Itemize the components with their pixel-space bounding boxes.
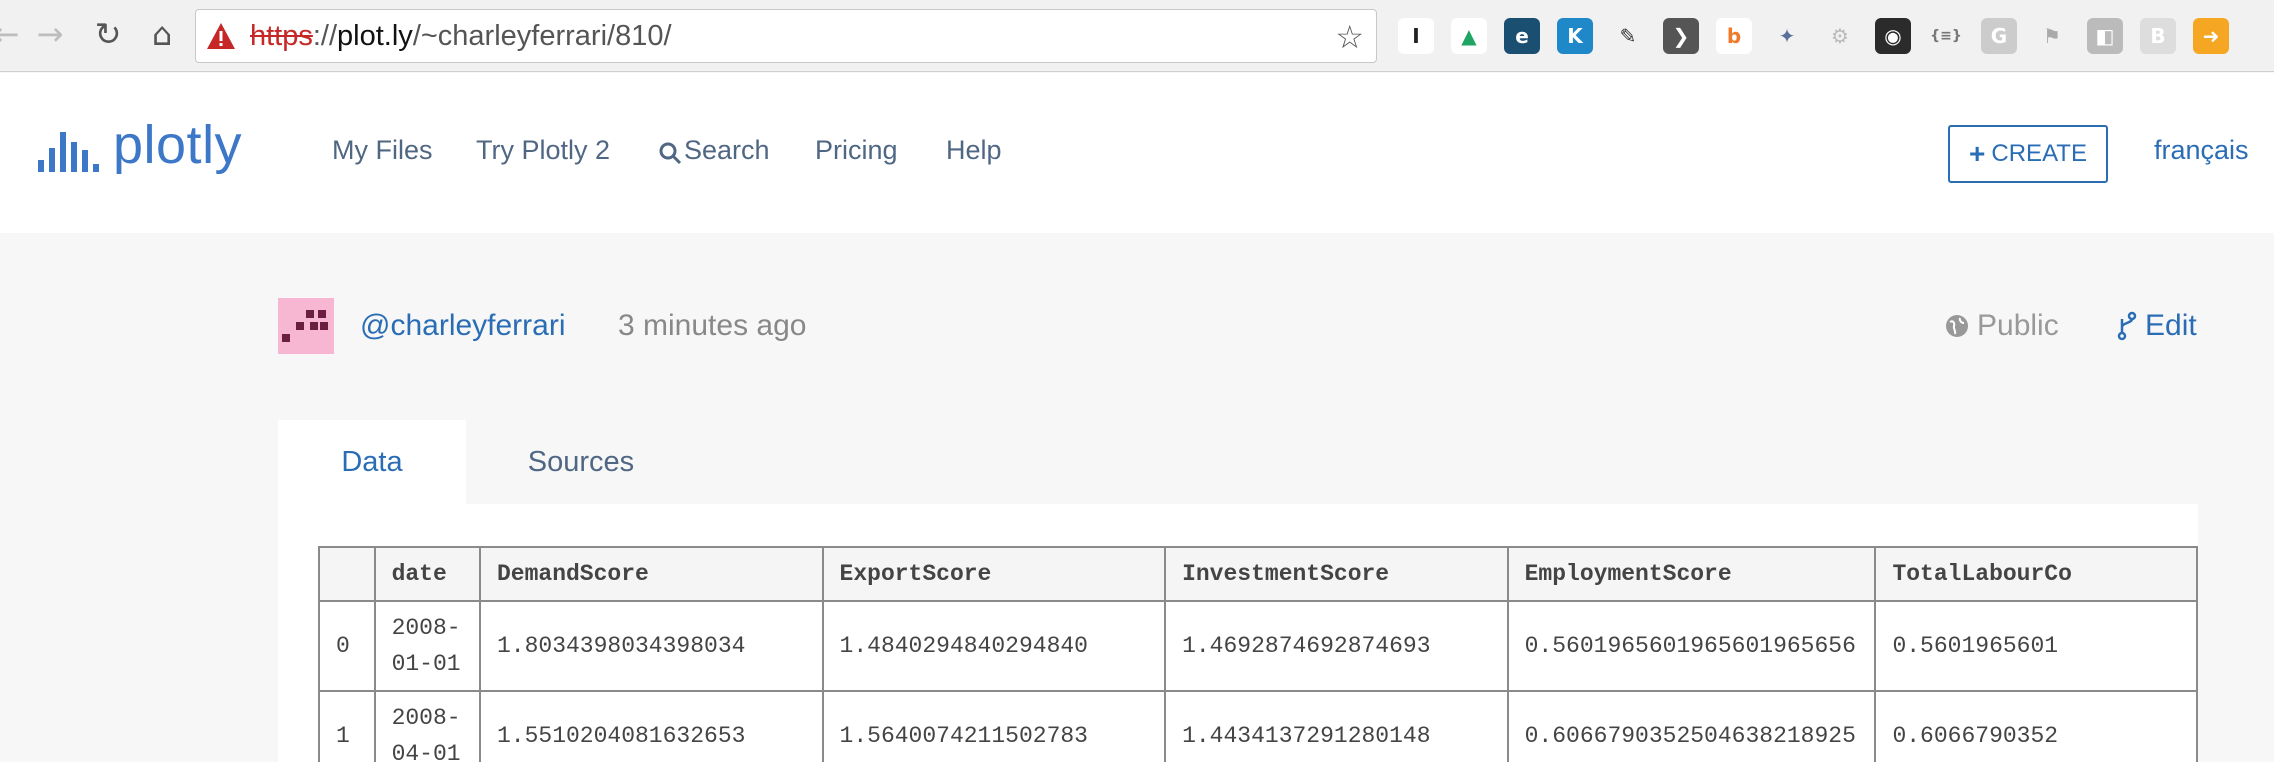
grid-header-row: date DemandScore ExportScore InvestmentS… — [318, 546, 2198, 602]
url-host: plot.ly — [337, 19, 413, 52]
table-row: 0 2008-01-01 1.8034398034398034 1.484029… — [318, 600, 2198, 692]
grid-cell[interactable]: 1.4840294840294840 — [821, 600, 1167, 692]
grid-header-index[interactable] — [318, 546, 376, 602]
tab-data[interactable]: Data — [278, 420, 466, 504]
grid-header-demandscore[interactable]: DemandScore — [478, 546, 824, 602]
url-scheme: https — [250, 19, 313, 52]
plotly-logo[interactable]: plotly — [38, 118, 242, 172]
grid-cell[interactable]: 0.5601965601 — [1874, 600, 2198, 692]
grid-header-investmentscore[interactable]: InvestmentScore — [1164, 546, 1509, 602]
nav-search-label: Search — [684, 135, 770, 165]
bookmark-star-icon[interactable]: ☆ — [1335, 18, 1364, 56]
grid-cell-date[interactable]: 2008-01-01 — [373, 600, 481, 692]
nav-my-files[interactable]: My Files — [332, 135, 433, 166]
grid-header-date[interactable]: date — [373, 546, 481, 602]
grid-cell[interactable]: 0.5601965601965601965656 — [1506, 600, 1877, 692]
data-panel: date DemandScore ExportScore InvestmentS… — [278, 504, 2198, 762]
grid-cell-index[interactable]: 0 — [318, 600, 376, 692]
logo-text: plotly — [113, 115, 243, 175]
visibility-status[interactable]: Public — [1945, 309, 2059, 343]
logo-bars-icon — [38, 128, 99, 172]
fork-icon — [2117, 311, 2137, 341]
nav-help[interactable]: Help — [946, 135, 1002, 166]
search-icon — [659, 142, 682, 164]
extension-flag-icon[interactable]: ⚑ — [2034, 18, 2070, 54]
language-link[interactable]: français — [2154, 135, 2249, 166]
grid-cell[interactable]: 1.8034398034398034 — [478, 600, 824, 692]
globe-icon — [1946, 315, 1968, 337]
nav-pricing[interactable]: Pricing — [815, 135, 898, 166]
instapaper-icon[interactable]: I — [1398, 18, 1434, 54]
url-path: /~charleyferrari/810/ — [412, 19, 672, 52]
extension-bi-icon[interactable]: B — [2140, 18, 2176, 54]
reload-icon[interactable]: ↻ — [88, 14, 128, 54]
glasses-icon[interactable]: ◉ — [1875, 18, 1911, 54]
pocket-icon[interactable]: ❯ — [1663, 18, 1699, 54]
create-button-label: CREATE — [1991, 140, 2087, 167]
gear-extension-icon[interactable]: ⚙ — [1822, 18, 1858, 54]
grid-cell-date[interactable]: 2008-04-01 — [373, 690, 481, 762]
grid-cell[interactable]: 1.5640074211502783 — [821, 690, 1167, 762]
extension-arrow-icon[interactable]: ➜ — [2193, 18, 2229, 54]
grid-cell[interactable]: 1.4692874692874693 — [1164, 600, 1509, 692]
forward-icon[interactable]: → — [30, 14, 70, 54]
author-link[interactable]: @charleyferrari — [360, 309, 566, 343]
tab-sources[interactable]: Sources — [466, 420, 696, 504]
grid-cell-index[interactable]: 1 — [318, 690, 376, 762]
site-header: plotly My Files Try Plotly 2 Search Pric… — [0, 73, 2274, 233]
edit-link[interactable]: Edit — [2117, 309, 2197, 343]
visibility-label: Public — [1977, 309, 2059, 342]
back-icon[interactable]: ← — [0, 14, 26, 54]
extension-e-icon[interactable]: e — [1504, 18, 1540, 54]
avatar[interactable] — [278, 298, 334, 354]
plus-icon: + — [1969, 138, 1986, 169]
extension-grey-icon[interactable]: ◧ — [2087, 18, 2123, 54]
edit-label: Edit — [2145, 309, 2197, 342]
google-drive-icon[interactable]: ▲ — [1451, 18, 1487, 54]
evernote-icon[interactable]: ✎ — [1610, 18, 1646, 54]
grid-header-exportscore[interactable]: ExportScore — [821, 546, 1167, 602]
timestamp: 3 minutes ago — [618, 309, 807, 342]
grid-header-totallabourco[interactable]: TotalLabourCo — [1874, 546, 2198, 602]
grid-cell[interactable]: 1.5510204081632653 — [478, 690, 824, 762]
extension-g-icon[interactable]: G — [1981, 18, 2017, 54]
grid-cell[interactable]: 1.4434137291280148 — [1164, 690, 1509, 762]
nav-try-plotly-2[interactable]: Try Plotly 2 — [476, 135, 610, 166]
browser-toolbar: ← → ↻ ⌂ https://plot.ly/~charleyferrari/… — [0, 0, 2274, 72]
klout-icon[interactable]: K — [1557, 18, 1593, 54]
grid-header-employmentscore[interactable]: EmploymentScore — [1506, 546, 1877, 602]
nav-search[interactable]: Search — [658, 135, 770, 166]
table-row: 1 2008-04-01 1.5510204081632653 1.564007… — [318, 690, 2198, 762]
security-warning-icon[interactable] — [206, 21, 236, 51]
grid-cell[interactable]: 0.6066790352504638218925 — [1506, 690, 1877, 762]
address-bar[interactable]: https://plot.ly/~charleyferrari/810/ ☆ — [195, 9, 1377, 63]
data-grid: date DemandScore ExportScore InvestmentS… — [318, 546, 2198, 762]
satellite-icon[interactable]: ✦ — [1769, 18, 1805, 54]
home-icon[interactable]: ⌂ — [142, 14, 182, 54]
url-separator: :// — [312, 19, 338, 52]
json-icon[interactable]: {≡} — [1928, 18, 1964, 54]
grid-cell[interactable]: 0.6066790352 — [1874, 690, 2198, 762]
create-button[interactable]: + CREATE — [1948, 125, 2108, 183]
extension-b-icon[interactable]: b — [1716, 18, 1752, 54]
